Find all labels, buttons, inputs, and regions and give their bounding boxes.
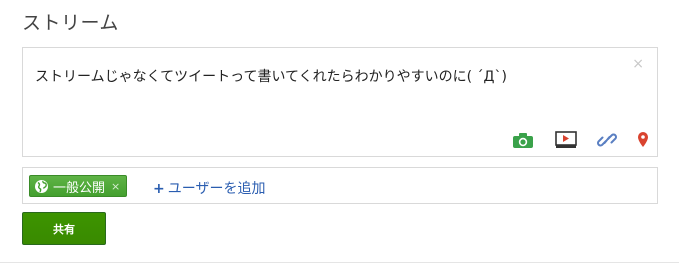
post-composer[interactable]: ストリームじゃなくてツイートって書いてくれたらわかりやすいのに( ´Д`) × [22, 47, 658, 157]
map-pin-icon[interactable] [631, 130, 655, 150]
video-icon[interactable] [554, 130, 578, 150]
plus-icon: + [153, 181, 165, 197]
share-button[interactable]: 共有 [22, 212, 106, 245]
divider [0, 262, 679, 263]
public-audience-chip[interactable]: 一般公開 × [29, 175, 128, 197]
chip-label: 一般公開 [53, 180, 106, 196]
add-people-label: ユーザーを追加 [167, 181, 266, 197]
link-icon[interactable] [595, 130, 619, 150]
share-audience-box[interactable]: 一般公開 × + ユーザーを追加 [22, 167, 658, 204]
camera-icon[interactable] [511, 130, 535, 150]
remove-chip-icon[interactable]: × [111, 180, 120, 193]
close-icon[interactable]: × [632, 57, 644, 71]
globe-icon [34, 179, 49, 194]
post-text-input[interactable]: ストリームじゃなくてツイートって書いてくれたらわかりやすいのに( ´Д`) [35, 66, 507, 86]
add-people-link[interactable]: + ユーザーを追加 [153, 178, 265, 198]
page-title: ストリーム [22, 12, 119, 34]
